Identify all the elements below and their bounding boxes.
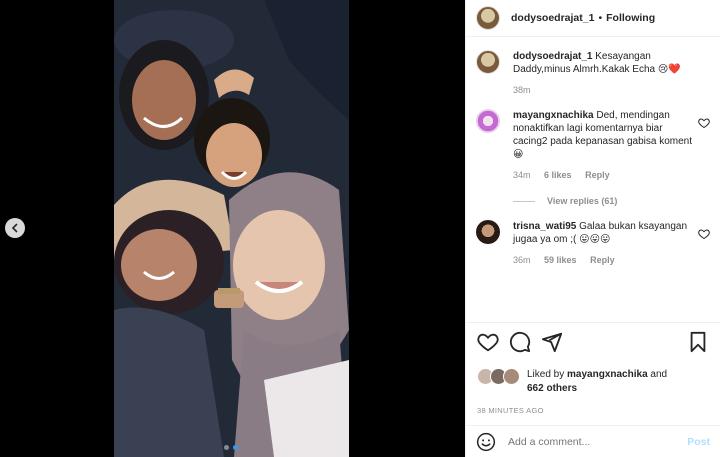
caption-username[interactable]: dodysoedrajat_1	[513, 51, 592, 62]
like-heart-icon[interactable]	[477, 331, 499, 353]
reply-button[interactable]: Reply	[585, 170, 610, 180]
likes-others-count[interactable]: 662 others	[527, 383, 577, 394]
share-paper-plane-icon[interactable]	[541, 331, 563, 353]
likes-prefix: Liked by	[527, 369, 565, 380]
post-header: dodysoedrajat_1 • Following	[466, 0, 720, 37]
post-media	[0, 0, 465, 457]
comment-username[interactable]: trisna_wati95	[513, 221, 576, 232]
carousel-indicator	[224, 445, 238, 450]
caption-avatar[interactable]	[476, 50, 500, 74]
previous-slide-button[interactable]	[5, 218, 25, 238]
comment-bubble-icon[interactable]	[509, 331, 531, 353]
comment-list[interactable]: dodysoedrajat_1 Kesayangan Daddy,minus A…	[466, 38, 720, 321]
likes-conjunction: and	[650, 369, 668, 380]
commenter-avatar[interactable]	[476, 220, 500, 244]
comment-input[interactable]	[508, 435, 688, 448]
add-comment-bar: Post	[466, 425, 720, 457]
photo-illustration	[114, 0, 349, 457]
view-replies-button[interactable]: View replies (61)	[513, 196, 710, 206]
header-separator: •	[598, 12, 603, 24]
comment-username[interactable]: mayangxnachika	[513, 110, 594, 121]
carousel-dot	[224, 445, 229, 450]
likes-summary: Liked by mayangxnachika and 662 others	[477, 368, 709, 396]
post-side-panel: dodysoedrajat_1 • Following dodysoedraja…	[465, 0, 720, 457]
comment-row: trisna_wati95 Galaa bukan ksayangan juga…	[476, 220, 710, 267]
replies-divider	[513, 200, 535, 202]
caption-time[interactable]: 38m	[513, 85, 531, 95]
following-button[interactable]: Following	[606, 12, 655, 24]
liker-username[interactable]: mayangxnachika	[567, 369, 648, 380]
comment-row: mayangxnachika Ded, mendingan nonaktifka…	[476, 109, 710, 182]
reply-button[interactable]: Reply	[590, 255, 615, 265]
carousel-dot-active	[233, 445, 238, 450]
liker-avatar	[503, 368, 520, 385]
like-comment-heart-icon[interactable]	[698, 228, 710, 240]
caption-row: dodysoedrajat_1 Kesayangan Daddy,minus A…	[476, 50, 710, 97]
save-bookmark-icon[interactable]	[687, 331, 709, 353]
post-photo[interactable]	[114, 0, 349, 457]
post-comment-button[interactable]: Post	[687, 436, 710, 448]
view-replies-label: View replies (61)	[547, 196, 618, 206]
like-comment-heart-icon[interactable]	[698, 117, 710, 129]
post-timestamp[interactable]: 38 MINUTES AGO	[477, 406, 709, 415]
action-bar	[477, 331, 709, 353]
author-avatar[interactable]	[476, 6, 500, 30]
post-actions: Liked by mayangxnachika and 662 others 3…	[466, 322, 720, 415]
author-username[interactable]: dodysoedrajat_1	[511, 12, 594, 24]
comment-likes[interactable]: 6 likes	[544, 170, 572, 180]
comment-likes[interactable]: 59 likes	[544, 255, 577, 265]
emoji-icon[interactable]	[476, 432, 496, 452]
commenter-avatar[interactable]	[476, 109, 500, 133]
comment-time[interactable]: 34m	[513, 170, 531, 180]
liker-avatars[interactable]	[477, 368, 521, 386]
comment-time[interactable]: 36m	[513, 255, 531, 265]
chevron-left-icon	[11, 223, 18, 233]
